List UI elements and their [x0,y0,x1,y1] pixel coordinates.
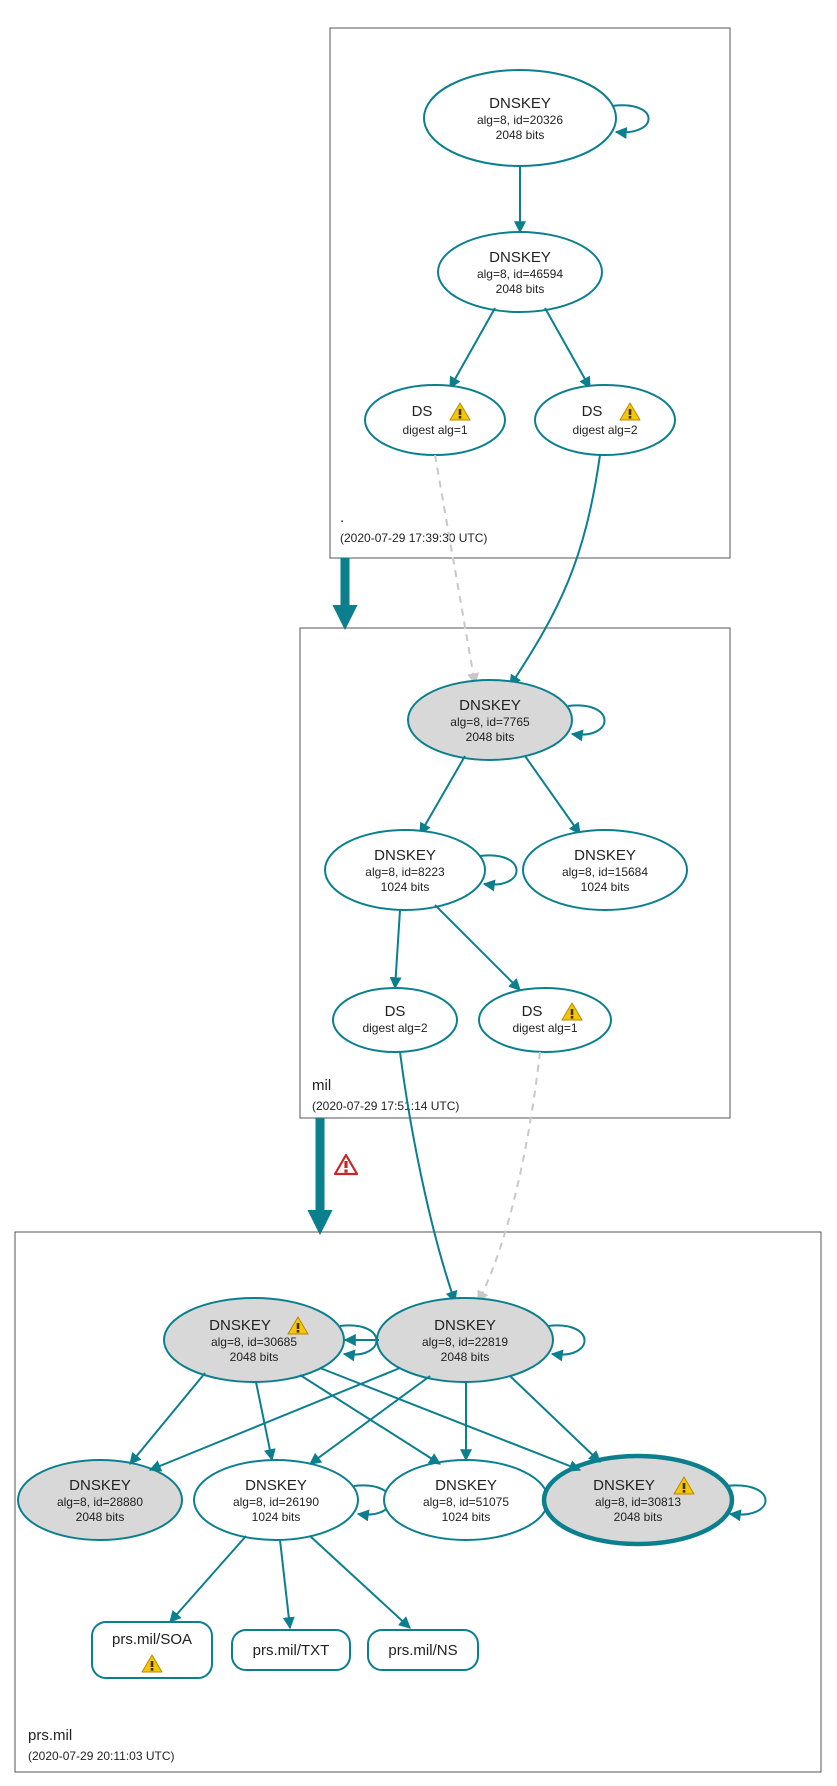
node-rr-soa: prs.mil/SOA [92,1622,212,1678]
zone-label-root: . [340,509,344,526]
svg-text:DS: DS [385,1003,406,1020]
edge-milksk-zsk1 [420,756,465,834]
svg-text:1024 bits: 1024 bits [381,880,430,894]
svg-text:alg=8, id=28880: alg=8, id=28880 [57,1495,143,1509]
node-mil-zsk1: DNSKEY alg=8, id=8223 1024 bits [325,830,485,910]
svg-text:prs.mil/TXT: prs.mil/TXT [253,1642,330,1659]
svg-text:alg=8, id=26190: alg=8, id=26190 [233,1495,319,1509]
node-mil-ksk: DNSKEY alg=8, id=7765 2048 bits [408,680,572,760]
dnssec-diagram: . (2020-07-29 17:39:30 UTC) DNSKEY alg=8… [0,0,837,1786]
edge-zsk1-ds1 [435,905,520,990]
svg-text:alg=8, id=30685: alg=8, id=30685 [211,1335,297,1349]
node-prs-k22819: DNSKEY alg=8, id=22819 2048 bits [377,1298,553,1382]
svg-text:2048 bits: 2048 bits [614,1510,663,1524]
edge-26190-soa [170,1536,246,1622]
svg-text:DNSKEY: DNSKEY [489,249,551,266]
edge-26190-ns [310,1536,410,1628]
zone-label-prsmil: prs.mil [28,1727,72,1744]
svg-text:alg=8, id=8223: alg=8, id=8223 [365,865,445,879]
svg-text:DNSKEY: DNSKEY [435,1477,497,1494]
zone-ts-root: (2020-07-29 17:39:30 UTC) [340,531,487,545]
svg-text:2048 bits: 2048 bits [230,1350,279,1364]
edge-milds1-prsk22819 [478,1052,540,1302]
node-prs-k51075: DNSKEY alg=8, id=51075 1024 bits [384,1460,548,1540]
edge-22819-30813 [510,1376,600,1462]
svg-text:digest alg=2: digest alg=2 [572,423,637,437]
svg-text:DNSKEY: DNSKEY [489,95,551,112]
svg-text:digest alg=1: digest alg=1 [512,1021,577,1035]
svg-text:alg=8, id=15684: alg=8, id=15684 [562,865,648,879]
edge-ds1-milksk [435,455,475,684]
edge-rootzsk-ds2 [545,308,590,388]
svg-text:alg=8, id=22819: alg=8, id=22819 [422,1335,508,1349]
svg-text:DS: DS [582,403,603,420]
svg-text:DNSKEY: DNSKEY [574,847,636,864]
svg-text:DNSKEY: DNSKEY [593,1477,655,1494]
svg-text:prs.mil/NS: prs.mil/NS [388,1642,457,1659]
node-rr-txt: prs.mil/TXT [232,1630,350,1670]
edge-ds2-milksk [510,455,600,686]
svg-text:prs.mil/SOA: prs.mil/SOA [112,1631,192,1648]
node-prs-k26190: DNSKEY alg=8, id=26190 1024 bits [194,1460,358,1540]
edge-milksk-zsk2 [525,756,580,834]
zone-label-mil: mil [312,1077,331,1094]
edge-22819-28880 [150,1368,400,1470]
svg-text:alg=8, id=7765: alg=8, id=7765 [450,715,530,729]
svg-text:DNSKEY: DNSKEY [374,847,436,864]
svg-text:2048 bits: 2048 bits [496,282,545,296]
svg-text:digest alg=2: digest alg=2 [362,1021,427,1035]
svg-text:2048 bits: 2048 bits [466,730,515,744]
node-mil-ds1: DS digest alg=1 [479,988,611,1052]
edge-22819-26190 [310,1376,430,1464]
svg-text:2048 bits: 2048 bits [496,128,545,142]
svg-text:DNSKEY: DNSKEY [434,1317,496,1334]
svg-text:DNSKEY: DNSKEY [459,697,521,714]
node-mil-ds2: DS digest alg=2 [333,988,457,1052]
edge-30685-28880 [130,1373,205,1464]
svg-text:2048 bits: 2048 bits [441,1350,490,1364]
node-root-ds2: DS digest alg=2 [535,385,675,455]
edge-rootzsk-ds1 [450,308,495,388]
node-root-zsk: DNSKEY alg=8, id=46594 2048 bits [438,232,602,312]
svg-text:alg=8, id=46594: alg=8, id=46594 [477,267,563,281]
svg-text:alg=8, id=20326: alg=8, id=20326 [477,113,563,127]
svg-text:alg=8, id=51075: alg=8, id=51075 [423,1495,509,1509]
node-rr-ns: prs.mil/NS [368,1630,478,1670]
zone-ts-prsmil: (2020-07-29 20:11:03 UTC) [28,1749,175,1763]
selfloop-root-ksk [612,105,649,132]
svg-text:1024 bits: 1024 bits [252,1510,301,1524]
node-root-ds1: DS digest alg=1 [365,385,505,455]
node-root-ksk: DNSKEY alg=8, id=20326 2048 bits [424,70,616,166]
selfloop-mil-ksk [568,705,605,734]
svg-text:1024 bits: 1024 bits [442,1510,491,1524]
svg-text:alg=8, id=30813: alg=8, id=30813 [595,1495,681,1509]
node-mil-zsk2: DNSKEY alg=8, id=15684 1024 bits [523,830,687,910]
svg-text:DS: DS [522,1003,543,1020]
svg-text:DNSKEY: DNSKEY [209,1317,271,1334]
edge-milds2-prsk22819 [400,1052,455,1302]
svg-text:2048 bits: 2048 bits [76,1510,125,1524]
edge-26190-txt [280,1540,290,1628]
svg-text:DNSKEY: DNSKEY [69,1477,131,1494]
svg-text:DS: DS [412,403,433,420]
svg-text:DNSKEY: DNSKEY [245,1477,307,1494]
edge-30685-30813 [320,1368,580,1470]
edge-zsk1-ds2 [395,910,400,988]
node-prs-k28880: DNSKEY alg=8, id=28880 2048 bits [18,1460,182,1540]
error-icon [335,1155,357,1174]
node-prs-k30813: DNSKEY alg=8, id=30813 2048 bits [544,1456,732,1544]
node-prs-k30685: DNSKEY alg=8, id=30685 2048 bits [164,1298,344,1382]
zone-ts-mil: (2020-07-29 17:51:14 UTC) [312,1099,459,1113]
svg-text:digest alg=1: digest alg=1 [402,423,467,437]
svg-text:1024 bits: 1024 bits [581,880,630,894]
